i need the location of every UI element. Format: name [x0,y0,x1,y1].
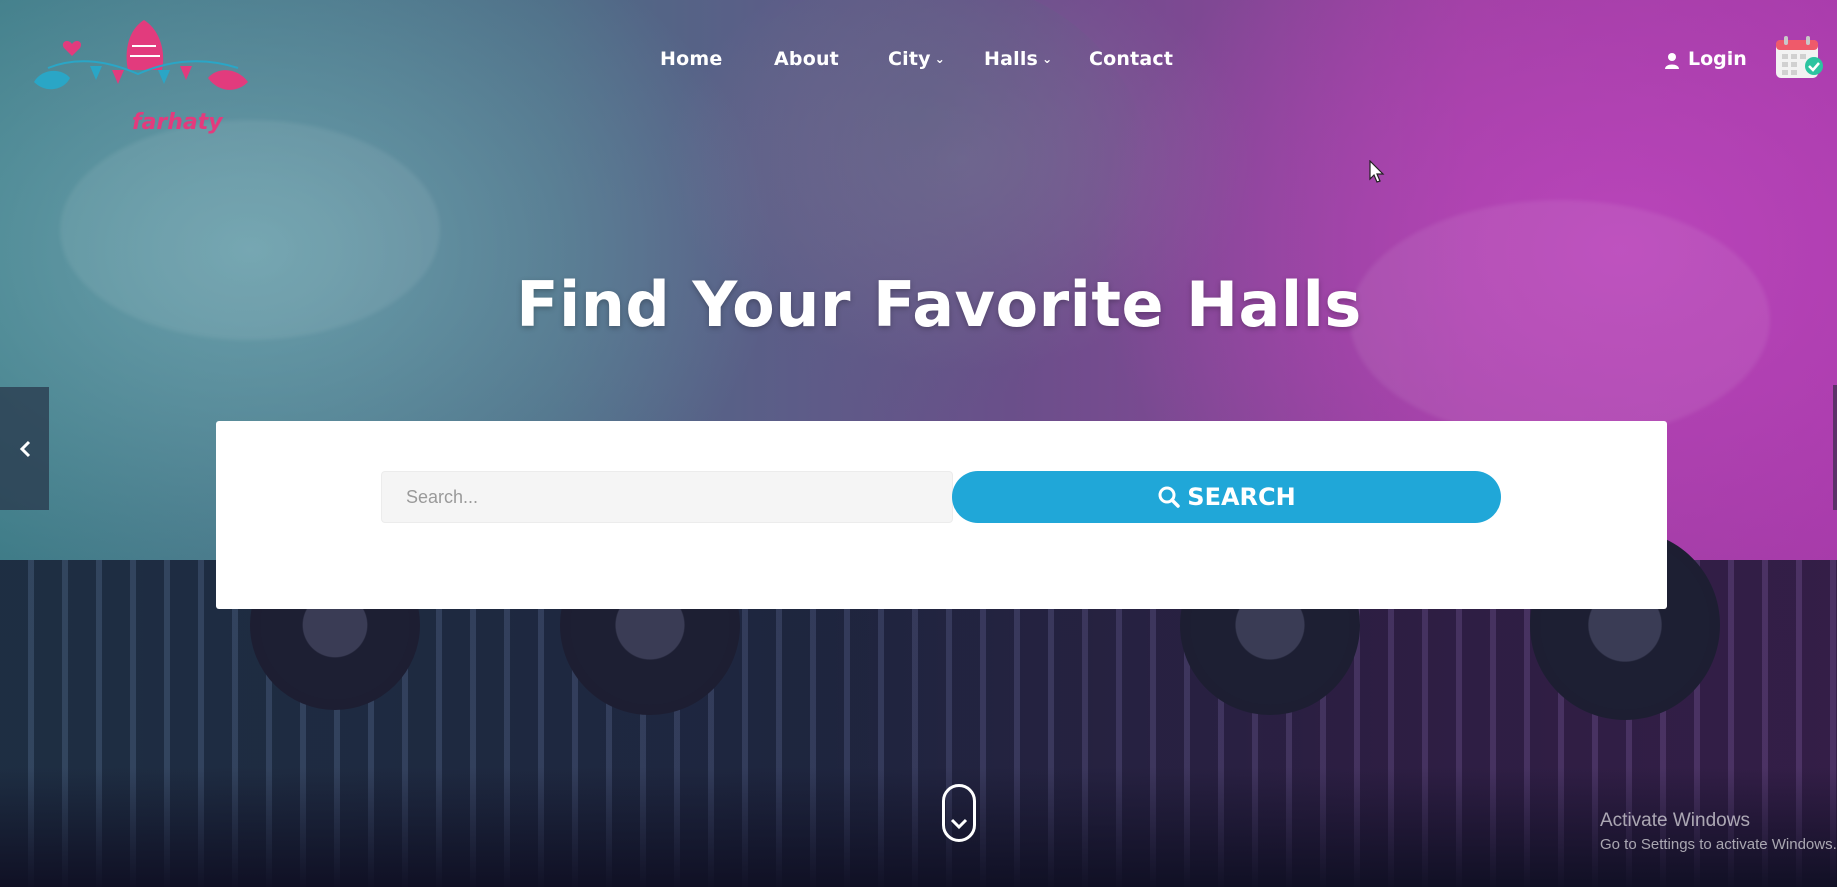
search-icon [1158,486,1181,508]
login-link[interactable]: Login [1688,48,1747,70]
nav-item-halls[interactable]: Halls ⌄ [984,48,1052,70]
mouse-cursor-icon [1369,160,1385,183]
site-logo[interactable]: farhaty [28,12,254,135]
slider-prev-button[interactable] [0,387,49,510]
calendar-icon[interactable] [1774,34,1824,80]
search-button[interactable]: SEARCH [952,471,1501,523]
watermark-subtitle: Go to Settings to activate Windows. [1600,836,1837,853]
os-activation-watermark: Activate Windows Go to Settings to activ… [1600,810,1837,853]
nav-item-city[interactable]: City ⌄ [888,48,945,70]
search-button-label: SEARCH [1187,483,1296,511]
brand-name: farhaty [132,110,223,135]
nav-item-halls-label: Halls [984,48,1039,70]
slider-next-edge[interactable] [1833,385,1837,510]
chevron-down-icon: ⌄ [1042,52,1053,66]
hero-background-gear [0,530,1837,887]
scroll-down-button[interactable] [942,784,976,842]
search-input[interactable] [381,471,953,523]
chevron-down-icon [950,818,968,830]
nav-item-contact[interactable]: Contact [1089,48,1173,70]
user-icon [1665,53,1679,69]
hero-section: farhaty Home About City ⌄ Halls ⌄ Contact … [0,0,1837,887]
chevron-down-icon: ⌄ [934,52,945,66]
nav-item-home[interactable]: Home [660,48,722,70]
watermark-title: Activate Windows [1600,810,1750,831]
logo-graphic [34,20,248,90]
hero-title: Find Your Favorite Halls [516,268,1362,341]
nav-item-about[interactable]: About [774,48,839,70]
nav-item-city-label: City [888,48,931,70]
chevron-left-icon [19,440,30,457]
